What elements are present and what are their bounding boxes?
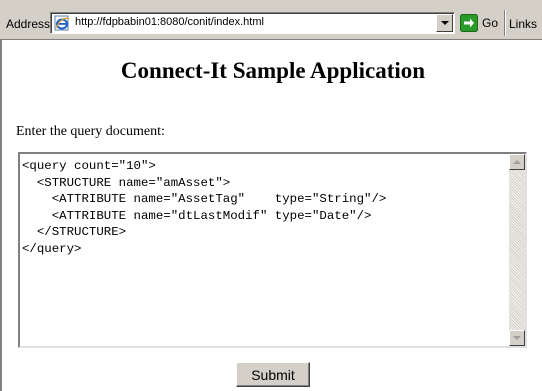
scroll-up-button[interactable] (509, 154, 525, 170)
ie-page-icon (54, 15, 70, 31)
go-label: Go (482, 16, 499, 30)
toolbar-separator (504, 10, 506, 36)
query-textarea-frame: <query count="10"> <STRUCTURE name="amAs… (18, 152, 527, 348)
chevron-down-icon (441, 21, 449, 25)
go-arrow-icon (460, 14, 478, 32)
vertical-scrollbar[interactable] (509, 154, 525, 346)
address-field[interactable]: http://fdpbabin01:8080/conit/index.html (50, 12, 455, 34)
query-prompt-label: Enter the query document: (16, 124, 165, 139)
address-dropdown-button[interactable] (436, 14, 453, 32)
scroll-down-icon (513, 336, 521, 340)
address-bar: Address http://fdpbabin01:8080/conit/ind… (0, 0, 542, 40)
page-title: Connect-It Sample Application (120, 58, 426, 83)
submit-button[interactable]: Submit (236, 362, 310, 387)
links-label[interactable]: Links (509, 17, 537, 31)
scroll-down-button[interactable] (509, 330, 525, 346)
go-button[interactable]: Go (460, 13, 502, 33)
scroll-up-icon (513, 160, 521, 164)
address-label: Address (6, 17, 51, 31)
page-content: Connect-It Sample Application Enter the … (0, 40, 542, 391)
address-url[interactable]: http://fdpbabin01:8080/conit/index.html (75, 16, 264, 28)
query-textarea[interactable]: <query count="10"> <STRUCTURE name="amAs… (22, 158, 500, 344)
